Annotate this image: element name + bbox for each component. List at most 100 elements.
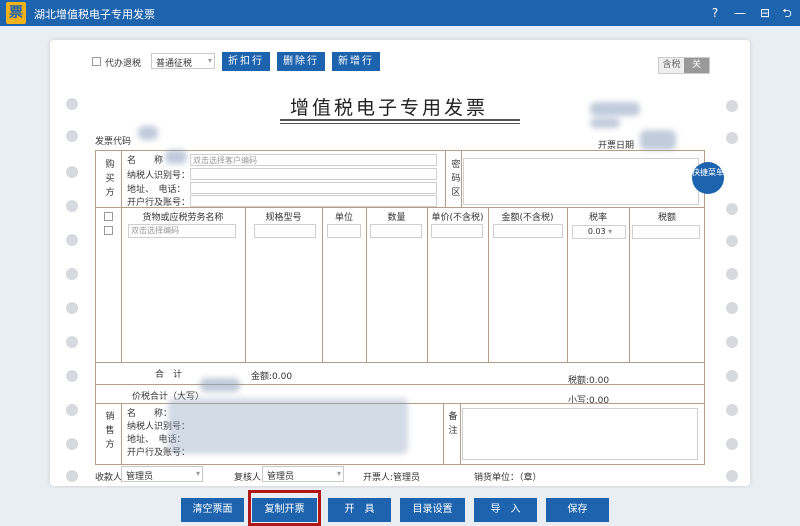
reviewer-label: 复核人: [234,473,265,483]
divider [322,207,323,362]
buyer-tax-id-input[interactable] [190,168,437,180]
buyer-name-placeholder: 双击选择客户编码 [193,156,257,165]
qty-input[interactable] [370,224,422,238]
amount-input[interactable] [493,224,563,238]
chevron-down-icon: ▾ [195,469,200,478]
divider [488,207,489,362]
divider [427,207,428,362]
invoice-title: 增值税电子专用发票 [290,97,489,119]
remark-label: 备注 [448,412,458,436]
chevron-down-icon: ▾ [336,469,341,478]
buyer-address-label: 地址、 电话： [127,185,186,195]
col-spec: 规格型号 [265,213,302,223]
divider [95,362,705,363]
divider [95,384,705,385]
chevron-down-icon: ▾ [605,227,613,236]
perforation-hole [726,404,738,416]
rate-select[interactable]: 0.03 ▾ [572,225,626,239]
redacted-area [200,378,240,392]
perforation-hole [726,235,738,247]
amount-total: 金额:0.00 [251,372,293,382]
divider [445,150,446,207]
col-amount: 金额(不含税) [501,213,554,223]
divider [629,207,630,362]
divider [567,207,568,362]
save-button[interactable]: 保存 [546,498,609,522]
perforation-hole [66,336,78,348]
price-input[interactable] [431,224,483,238]
redacted-area [138,126,158,140]
perforation-hole [66,438,78,450]
divider [121,403,122,465]
perforation-hole [66,98,78,110]
help-icon[interactable]: ? [706,4,724,22]
clear-form-button[interactable]: 清空票面 [181,498,244,522]
agent-refund-label: 代办退税 [105,59,142,69]
total-label: 合 计 [155,370,183,380]
perforation-hole [66,404,78,416]
divider [245,207,246,362]
col-tax: 税额 [657,213,676,223]
perforation-hole [66,234,78,246]
quick-menu-button[interactable]: 快捷菜单 [692,162,724,194]
perforation-hole [726,100,738,112]
divider [95,207,705,208]
col-unit: 单位 [334,213,353,223]
select-all-checkbox[interactable] [104,212,113,221]
app-logo: 票 [6,2,26,24]
small-total: 小写:0.00 [568,396,610,406]
row-checkbox[interactable] [104,226,113,235]
divider [443,403,444,465]
delete-row-button[interactable]: 删除行 [277,52,325,71]
perforation-hole [726,302,738,314]
minimize-icon[interactable]: — [731,4,749,22]
quick-menu-label: 快捷菜单 [692,168,724,177]
perforation-hole [726,470,738,482]
title-underline [280,119,520,121]
invoice-code-label: 发票代码 [95,137,132,147]
buyer-name-label: 名 称 [127,156,164,166]
agent-refund-checkbox[interactable] [92,57,101,66]
tax-type-select[interactable]: 普通征税 ▾ [151,53,215,69]
divider [121,150,122,207]
perforation-hole [726,336,738,348]
redacted-area [168,398,408,454]
import-button[interactable]: 导 入 [474,498,537,522]
catalog-settings-button[interactable]: 目录设置 [400,498,465,522]
highlight-box [248,490,321,526]
buyer-bank-input[interactable] [190,195,437,207]
item-name-input[interactable]: 双击选择编码 [128,224,236,238]
discount-row-button[interactable]: 折扣行 [222,52,270,71]
perforation-hole [66,370,78,382]
divider [366,207,367,362]
perforation-hole [726,370,738,382]
divider [461,150,462,207]
issue-button[interactable]: 开 具 [328,498,391,522]
perforation-hole [726,438,738,450]
seller-section-label: 销售方 [105,412,115,450]
remark-input[interactable] [462,408,698,460]
divider [460,403,461,465]
reviewer-select[interactable]: 管理员 ▾ [262,466,344,482]
title-bar: 票 湖北增值税电子专用发票 ? — ⊟ ⮌ [0,0,800,26]
col-qty: 数量 [387,213,406,223]
buyer-name-input[interactable]: 双击选择客户编码 [190,154,437,166]
tax-input[interactable] [632,225,700,239]
cipher-area [463,158,699,205]
rate-value: 0.03 [587,227,606,236]
toggle-off-label: 关 [684,58,709,73]
add-row-button[interactable]: 新增行 [332,52,380,71]
buyer-address-input[interactable] [190,182,437,194]
buyer-section-label: 购买方 [105,160,115,198]
col-rate: 税率 [588,213,607,223]
back-icon[interactable]: ⮌ [778,4,796,22]
tax-inclusive-toggle[interactable]: 含税关 [658,57,710,74]
spec-input[interactable] [254,224,316,238]
col-item-name: 货物或应税劳务名称 [142,213,224,223]
app-title: 湖北增值税电子专用发票 [34,8,155,21]
maximize-icon[interactable]: ⊟ [756,4,774,22]
unit-input[interactable] [327,224,361,238]
payee-select[interactable]: 管理员 ▾ [121,466,203,482]
divider [121,207,122,362]
title-underline [280,123,520,124]
